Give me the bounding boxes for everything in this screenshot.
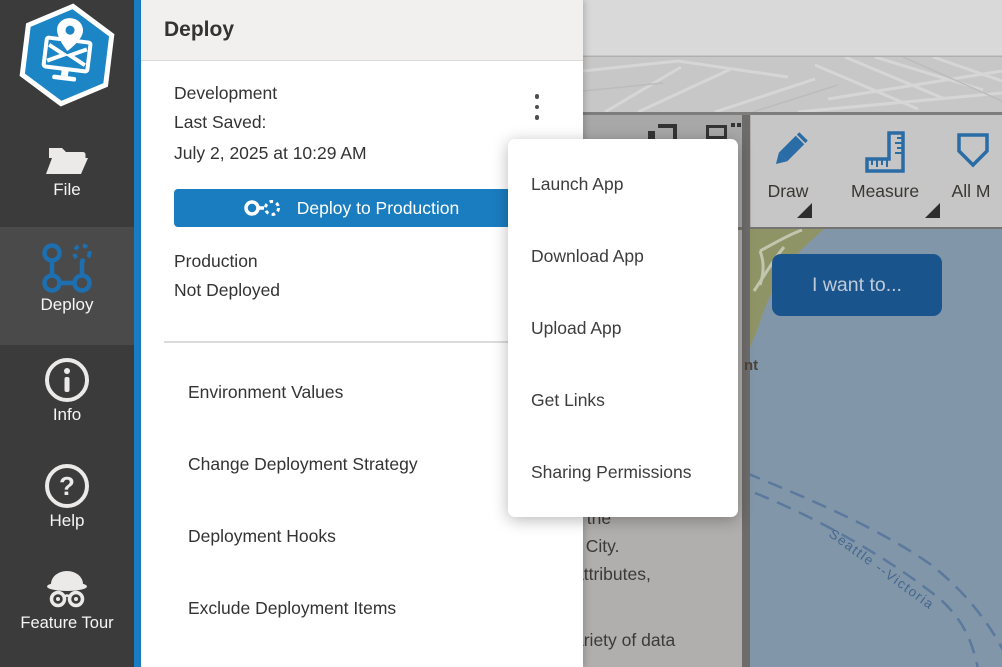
last-saved-label: Last Saved: <box>174 112 266 133</box>
map-canvas[interactable]: Seattle --Victoria I want to... <box>750 229 1002 667</box>
kebab-menu-button[interactable] <box>523 88 551 126</box>
menu-item-upload-app[interactable]: Upload App <box>508 292 738 364</box>
menu-item-launch-app[interactable]: Launch App <box>508 148 738 220</box>
panel-header: Deploy <box>141 0 583 61</box>
sidebar-item-label: Help <box>0 511 134 531</box>
app-logo <box>17 3 117 107</box>
ruler-icon <box>861 129 909 175</box>
info-icon <box>0 355 134 405</box>
deploy-button-label: Deploy to Production <box>297 198 459 219</box>
feature-tour-icon <box>0 566 134 614</box>
environment-values-link[interactable]: Environment Values <box>188 382 343 403</box>
svg-text:?: ? <box>59 471 75 501</box>
map-marker-icon <box>951 129 991 175</box>
sidebar-item-label: Deploy <box>0 295 134 315</box>
production-status: Not Deployed <box>174 280 280 301</box>
sidebar-item-help[interactable]: ? Help <box>0 461 134 545</box>
draw-button[interactable]: Draw <box>765 129 811 202</box>
change-deployment-strategy-link[interactable]: Change Deployment Strategy <box>188 454 418 475</box>
map-streets-band <box>583 57 1002 112</box>
sidebar-item-label: File <box>0 180 134 200</box>
toolbar-right-section: Draw Measure <box>751 115 1002 227</box>
menu-item-download-app[interactable]: Download App <box>508 220 738 292</box>
sidebar-item-info[interactable]: Info <box>0 355 134 439</box>
map-edge-bar <box>742 115 750 667</box>
sidebar-item-feature-tour[interactable]: Feature Tour <box>0 566 134 656</box>
environment-name: Development <box>174 83 277 104</box>
hexagon-map-logo-icon <box>17 3 117 107</box>
i-want-to-button[interactable]: I want to... <box>772 254 942 316</box>
folder-icon <box>0 140 134 180</box>
sidebar-item-label: Feature Tour <box>0 614 134 633</box>
all-maps-button[interactable]: All M <box>951 129 991 202</box>
exclude-deployment-items-link[interactable]: Exclude Deployment Items <box>188 598 396 619</box>
draw-flyout-arrow[interactable] <box>797 203 812 218</box>
sidebar-item-file[interactable]: File <box>0 140 134 224</box>
background-text-fragment: l City. <box>583 536 619 557</box>
sidebar-item-label: Info <box>0 405 134 425</box>
sidebar-accent-strip <box>134 0 141 667</box>
deployment-hooks-link[interactable]: Deployment Hooks <box>188 526 336 547</box>
pencil-icon <box>765 129 811 175</box>
preview-top-strip <box>583 0 1002 56</box>
clipped-map-label: nt <box>744 357 758 374</box>
tool-button-label: All M <box>952 181 991 202</box>
background-text-fragment: attributes, <box>583 564 651 585</box>
tool-button-label: Measure <box>851 181 919 202</box>
sidebar: File Deploy <box>0 0 134 667</box>
menu-item-get-links[interactable]: Get Links <box>508 364 738 436</box>
measure-flyout-arrow[interactable] <box>925 203 940 218</box>
i-want-to-label: I want to... <box>812 274 902 297</box>
street-lines <box>583 57 1002 112</box>
sidebar-item-deploy[interactable]: Deploy <box>0 227 134 345</box>
panel-title: Deploy <box>164 18 234 42</box>
deploy-to-production-button[interactable]: Deploy to Production <box>174 189 528 227</box>
production-name: Production <box>174 251 258 272</box>
measure-button[interactable]: Measure <box>851 129 919 202</box>
deploy-icon <box>0 241 134 295</box>
deploy-link-icon <box>243 196 281 220</box>
last-saved-value: July 2, 2025 at 10:29 AM <box>174 143 367 164</box>
menu-item-sharing-permissions[interactable]: Sharing Permissions <box>508 436 738 508</box>
tool-button-label: Draw <box>768 181 809 202</box>
background-text-fragment: ariety of data <box>583 630 675 651</box>
help-icon: ? <box>0 461 134 511</box>
context-menu: Launch App Download App Upload App Get L… <box>508 139 738 517</box>
